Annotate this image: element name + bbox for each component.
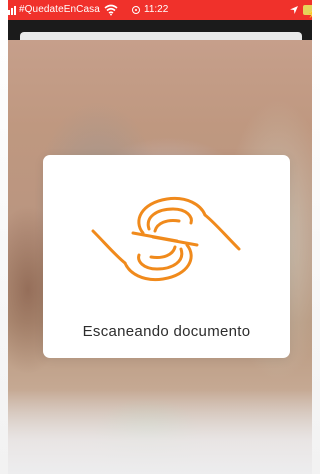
scanning-dialog: Escaneando documento xyxy=(43,155,290,358)
scanning-message: Escaneando documento xyxy=(82,323,251,340)
bottom-fade xyxy=(8,390,312,474)
clock-icon xyxy=(132,6,140,14)
wifi-icon xyxy=(104,4,118,16)
status-bar: #QuedateEnCasa 11:22 xyxy=(0,0,320,23)
app-header xyxy=(0,20,320,52)
right-edge xyxy=(312,0,320,474)
clock: 11:22 xyxy=(132,0,168,20)
carrier-label: #QuedateEnCasa xyxy=(19,4,100,15)
left-edge xyxy=(0,0,8,474)
status-time: 11:22 xyxy=(144,4,169,15)
scan-hands-logo-icon xyxy=(91,196,241,282)
location-icon xyxy=(290,6,298,14)
screen: #QuedateEnCasa 11:22 ⚡ Escaneando docume… xyxy=(0,0,320,474)
